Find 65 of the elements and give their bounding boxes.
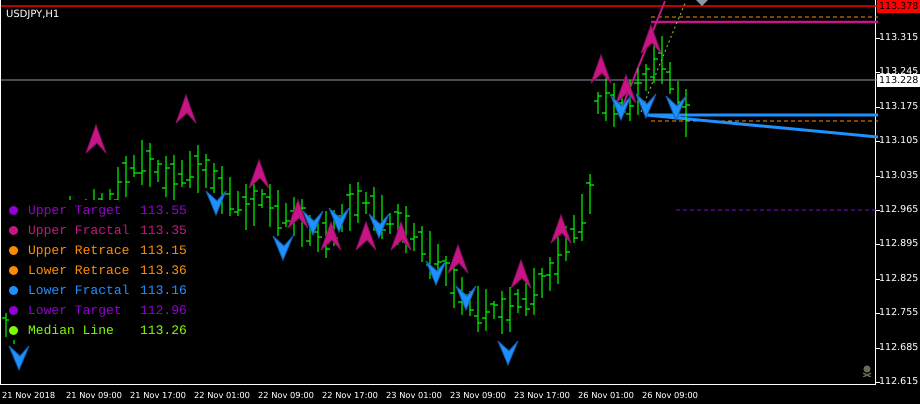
price-label: 112.615 [879,374,918,389]
up-fractal-arrow [448,244,468,274]
legend-label: Lower Target [28,302,123,318]
legend-value: 113.55 [140,202,187,218]
legend-label: Median Line [28,322,115,338]
time-label: 23 Nov 01:00 [385,389,443,402]
legend-value: 113.16 [140,282,187,298]
up-fractal-arrow [176,94,196,124]
up-fractal-arrow [616,74,636,104]
chart-title: USDJPY,H1 [6,9,60,20]
down-fractal-arrow [8,346,30,372]
price-label: 112.965 [879,202,918,217]
up-fractal-arrow [248,158,270,188]
price-label: 113.105 [879,134,918,148]
legend-label: Lower Fractal [28,282,130,298]
down-fractal-arrow [302,210,324,236]
legend-value: 113.36 [140,262,187,278]
legend-value: 113.15 [140,242,187,258]
time-label: 21 Nov 17:00 [129,389,187,402]
triangle-marker [696,0,708,6]
time-label: 23 Nov 09:00 [449,389,507,402]
up-fractal-arrow [320,220,342,250]
price-label: 113.175 [879,100,918,114]
up-fractal-arrow [640,24,662,54]
down-fractal-arrow [272,236,294,262]
time-label: 26 Nov 09:00 [641,389,699,402]
time-label: 23 Nov 17:00 [513,389,571,402]
skull-icon [862,365,872,377]
down-fractal-arrow [456,286,476,312]
price-label: 113.035 [879,168,918,183]
down-fractal-arrow [206,190,226,216]
price-label: 113.315 [879,31,918,45]
down-fractal-arrow [368,214,390,240]
legend-value: 112.96 [140,302,187,318]
price-tag: 113.228 [877,74,920,87]
up-fractal-arrow [288,198,308,228]
time-label: 22 Nov 17:00 [321,389,379,402]
down-fractal-arrow [636,94,656,120]
up-fractal-arrow [590,54,612,84]
legend-label: Upper Target [28,202,123,218]
up-fractal-arrow [86,124,106,154]
down-fractal-arrow [328,208,350,234]
legend-value: 113.35 [140,222,187,238]
price-label: 112.895 [879,237,918,252]
down-fractal-arrow [666,96,686,122]
up-fractal-arrow [510,258,532,288]
time-label: 26 Nov 01:00 [577,389,635,402]
price-label: 112.825 [879,272,918,286]
legend-label: Upper Fractal [28,222,130,238]
time-label: 21 Nov 09:00 [65,389,123,402]
time-label: 22 Nov 01:00 [193,389,251,402]
up-fractal-arrow [390,220,412,250]
down-fractal-arrow [610,96,632,122]
up-fractal-arrow [550,214,572,244]
price-label: 112.755 [879,306,918,320]
time-label: 21 Nov 2018 [1,389,56,402]
down-fractal-arrow [498,340,518,366]
price-label: 112.685 [879,340,918,355]
legend-label: Lower Retrace [28,262,130,278]
time-label: 22 Nov 09:00 [257,389,315,402]
legend-value: 113.26 [140,322,187,338]
price-tag: 113.378 [877,0,920,13]
legend-label: Upper Retrace [28,242,130,258]
up-fractal-arrow [356,220,376,250]
down-fractal-arrow [426,260,446,286]
